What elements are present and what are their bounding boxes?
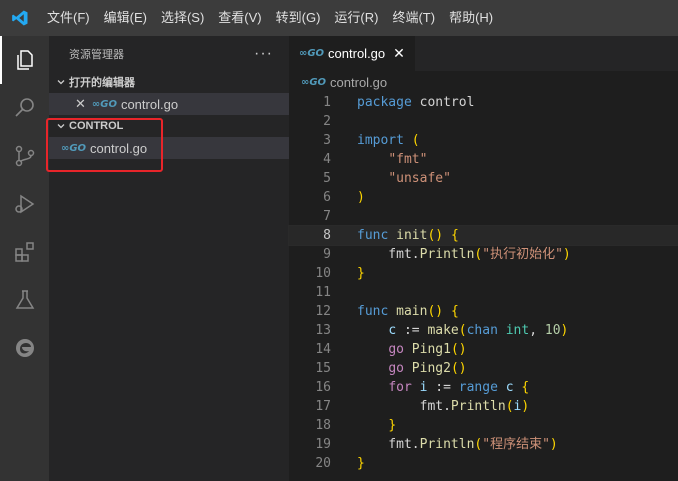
line-number: 2 [323,114,331,129]
editor-area: ∞GO control.go ✕ ∞GO control.go 1 package… [288,36,678,481]
menu-bar: 文件(F) 编辑(E) 选择(S) 查看(V) 转到(G) 运行(R) 终端(T… [0,0,678,36]
search-icon[interactable] [0,84,49,132]
code-line[interactable]: 20} [289,454,678,473]
breadcrumb-file: control.go [330,74,388,90]
code-line[interactable]: 7 [289,207,678,226]
line-text: c := make(chan int, 10) [388,323,569,338]
go-file-icon: ∞GO [301,76,327,88]
tab-bar: ∞GO control.go ✕ [289,36,678,71]
open-editors-label: 打开的编辑器 [69,77,135,89]
line-number: 13 [315,323,331,338]
go-file-icon: ∞GO [91,98,117,110]
code-line[interactable]: 10} [289,264,678,283]
line-text: fmt.Println("执行初始化") [357,247,571,262]
line-text: } [357,266,365,281]
open-editors-section[interactable]: 打开的编辑器 [49,71,289,93]
source-control-icon[interactable] [0,132,49,180]
go-file-icon: ∞GO [299,48,325,59]
line-text: func init() { [357,228,459,243]
explorer-sidebar: 资源管理器 ··· 打开的编辑器 ✕ ∞GO control.go CONTRO… [49,36,289,481]
line-text: fmt.Println("程序结束") [357,437,558,452]
line-number: 7 [323,209,331,224]
line-number: 16 [315,380,331,395]
menu-terminal[interactable]: 终端(T) [385,0,442,36]
line-number: 11 [315,285,331,300]
line-number: 10 [315,266,331,281]
line-text: func main() { [357,304,459,319]
menu-edit[interactable]: 编辑(E) [97,0,154,36]
line-text: package control [357,95,475,110]
line-text: fmt.Println(i) [357,399,530,414]
line-text: ) [357,190,365,205]
menu-file[interactable]: 文件(F) [40,0,97,36]
code-line[interactable]: 14 go Ping1() [289,340,678,359]
code-line[interactable]: 19 fmt.Println("程序结束") [289,435,678,454]
explorer-title: 资源管理器 [69,48,124,61]
code-line[interactable]: 3 import ( [289,131,678,150]
run-debug-icon[interactable] [0,180,49,228]
code-line[interactable]: 2 [289,112,678,131]
code-line[interactable]: 17 fmt.Println(i) [289,397,678,416]
activity-bar [0,36,49,481]
line-text: "fmt" [388,152,428,167]
explorer-title-bar: 资源管理器 ··· [49,36,289,71]
menu-help[interactable]: 帮助(H) [442,0,500,36]
line-number: 14 [315,342,331,357]
code-line[interactable]: 13 c := make(chan int, 10) [289,321,678,340]
menu-run[interactable]: 运行(R) [327,0,385,36]
open-editor-filename: control.go [120,96,179,112]
line-number: 18 [315,418,331,433]
code-line[interactable]: 4 "fmt" [289,150,678,169]
code-line[interactable]: 1 package control [289,93,678,112]
menu-selection[interactable]: 选择(S) [154,0,211,36]
breadcrumb[interactable]: ∞GO control.go [289,71,678,93]
code-editor[interactable]: 1 package control 2 3 import (4 "fmt" 5 "unsa… [288,93,678,473]
line-text: } [388,418,397,433]
line-text: go Ping1() [388,342,467,357]
code-line[interactable]: 18 } [289,416,678,435]
line-text: import ( [357,133,420,148]
testing-icon[interactable] [0,276,49,324]
tab-control-go[interactable]: ∞GO control.go ✕ [289,36,415,71]
line-number: 12 [315,304,331,319]
line-number: 17 [315,399,331,414]
highlight-box [46,118,163,172]
line-number: 8 [323,228,331,243]
line-number: 6 [323,190,331,205]
code-line[interactable]: 16 for i := range c { [289,378,678,397]
line-text: go Ping2() [388,361,467,376]
code-line[interactable]: 11 [289,283,678,302]
explorer-icon[interactable] [0,36,49,84]
line-number: 20 [315,456,331,471]
line-number: 19 [315,437,331,452]
line-number: 3 [323,133,331,148]
vscode-logo-icon [0,0,40,36]
line-text: } [357,456,365,471]
line-text: for i := range c { [388,380,530,395]
code-line[interactable]: 9 fmt.Println("执行初始化") [289,245,678,264]
edge-icon[interactable] [0,324,49,372]
tab-close-icon[interactable]: ✕ [393,45,405,62]
line-number: 4 [323,152,331,167]
more-actions-icon[interactable]: ··· [254,45,273,63]
line-number: 9 [323,247,331,262]
code-line[interactable]: 15 go Ping2() [289,359,678,378]
open-editor-item[interactable]: ✕ ∞GO control.go [49,93,289,115]
close-icon[interactable]: ✕ [75,96,86,112]
line-number: 1 [323,95,331,110]
menu-go[interactable]: 转到(G) [269,0,328,36]
code-line[interactable]: 8 func init() { [288,225,678,246]
menu-view[interactable]: 查看(V) [211,0,268,36]
extensions-icon[interactable] [0,228,49,276]
line-number: 15 [315,361,331,376]
line-number: 5 [323,171,331,186]
code-line[interactable]: 6) [289,188,678,207]
code-line[interactable]: 5 "unsafe" [289,169,678,188]
line-text: "unsafe" [388,171,451,186]
tab-label: control.go [328,46,386,61]
code-line[interactable]: 12 func main() { [289,302,678,321]
chevron-down-icon [53,77,69,87]
